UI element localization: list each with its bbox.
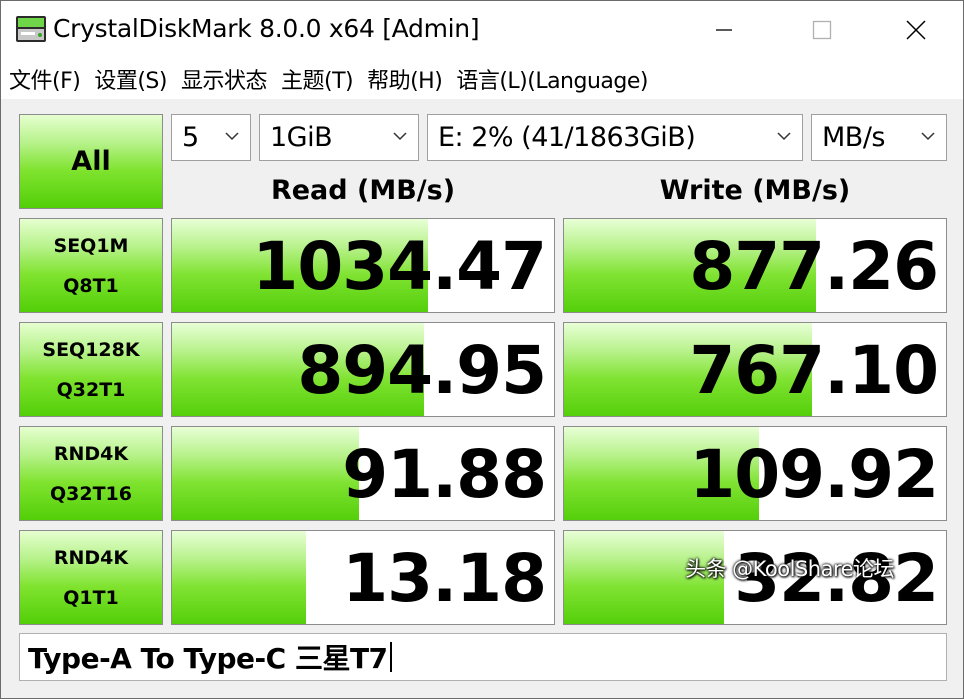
test-params: Q32T1: [56, 378, 126, 401]
all-button[interactable]: All: [19, 114, 163, 209]
write-result: 877.26: [563, 218, 947, 313]
read-result: 894.95: [171, 322, 555, 417]
test-count-value: 5: [182, 122, 199, 153]
minimize-button[interactable]: [677, 1, 771, 59]
seq1m-q8t1-button[interactable]: SEQ1M Q8T1: [19, 218, 163, 313]
close-button[interactable]: [869, 1, 963, 59]
window-title: CrystalDiskMark 8.0.0 x64 [Admin]: [53, 14, 480, 43]
unit-select[interactable]: MB/s: [811, 114, 947, 161]
rnd4k-q1t1-button[interactable]: RND4K Q1T1: [19, 530, 163, 625]
write-result: 109.92: [563, 426, 947, 521]
test-count-select[interactable]: 5: [171, 114, 251, 161]
read-progress-bar: [172, 531, 306, 624]
write-value: 109.92: [689, 436, 939, 513]
text-caret: [389, 642, 392, 672]
menu-help[interactable]: 帮助(H): [367, 63, 443, 95]
main-panel: All 5 1GiB E: 2% (41/1863GiB) MB/s Read …: [1, 99, 963, 698]
write-value: 877.26: [689, 228, 939, 305]
write-value: 767.10: [689, 332, 939, 409]
maximize-icon: [812, 20, 832, 40]
crystaldiskmark-icon: [16, 16, 46, 42]
test-name: SEQ128K: [42, 338, 140, 361]
comment-input[interactable]: Type-A To Type-C 三星T7: [19, 633, 947, 681]
drive-value: E: 2% (41/1863GiB): [438, 122, 696, 153]
write-result: 767.10: [563, 322, 947, 417]
maximize-button[interactable]: [775, 1, 869, 59]
menu-theme[interactable]: 主题(T): [281, 63, 354, 95]
read-result: 13.18: [171, 530, 555, 625]
chevron-down-icon: [777, 132, 791, 141]
read-column-header: Read (MB/s): [270, 175, 456, 206]
test-size-value: 1GiB: [270, 122, 333, 153]
crystaldiskmark-window: CrystalDiskMark 8.0.0 x64 [Admin] 文件(F) …: [0, 0, 964, 699]
minimize-icon: [716, 29, 732, 31]
test-name: RND4K: [53, 546, 129, 569]
test-params: Q1T1: [63, 586, 119, 609]
read-value: 13.18: [342, 540, 547, 617]
menu-profile[interactable]: 显示状态: [181, 63, 268, 95]
menu-settings[interactable]: 设置(S): [94, 63, 167, 95]
menu-bar: 文件(F) 设置(S) 显示状态 主题(T) 帮助(H) 语言(L)(Langu…: [1, 59, 963, 99]
read-value: 91.88: [342, 436, 547, 513]
unit-value: MB/s: [822, 122, 885, 153]
chevron-down-icon: [225, 132, 239, 141]
drive-select[interactable]: E: 2% (41/1863GiB): [427, 114, 803, 161]
read-value: 894.95: [297, 332, 547, 409]
test-params: Q32T16: [50, 482, 132, 505]
menu-language[interactable]: 语言(L)(Language): [456, 63, 648, 95]
write-column-header: Write (MB/s): [659, 175, 851, 206]
chevron-down-icon: [393, 132, 407, 141]
test-params: Q8T1: [63, 274, 119, 297]
read-progress-bar: [172, 427, 360, 520]
chevron-down-icon: [921, 132, 935, 141]
menu-file[interactable]: 文件(F): [9, 63, 81, 95]
comment-text: Type-A To Type-C 三星T7: [28, 642, 388, 675]
rnd4k-q32t16-button[interactable]: RND4K Q32T16: [19, 426, 163, 521]
test-name: RND4K: [53, 442, 129, 465]
read-result: 1034.47: [171, 218, 555, 313]
read-value: 1034.47: [252, 228, 547, 305]
watermark-text: 头条 @KoolShare论坛: [685, 557, 895, 581]
seq128k-q32t1-button[interactable]: SEQ128K Q32T1: [19, 322, 163, 417]
test-size-select[interactable]: 1GiB: [259, 114, 419, 161]
test-name: SEQ1M: [53, 234, 129, 257]
close-icon: [906, 20, 926, 40]
read-result: 91.88: [171, 426, 555, 521]
title-bar[interactable]: CrystalDiskMark 8.0.0 x64 [Admin]: [1, 1, 963, 59]
